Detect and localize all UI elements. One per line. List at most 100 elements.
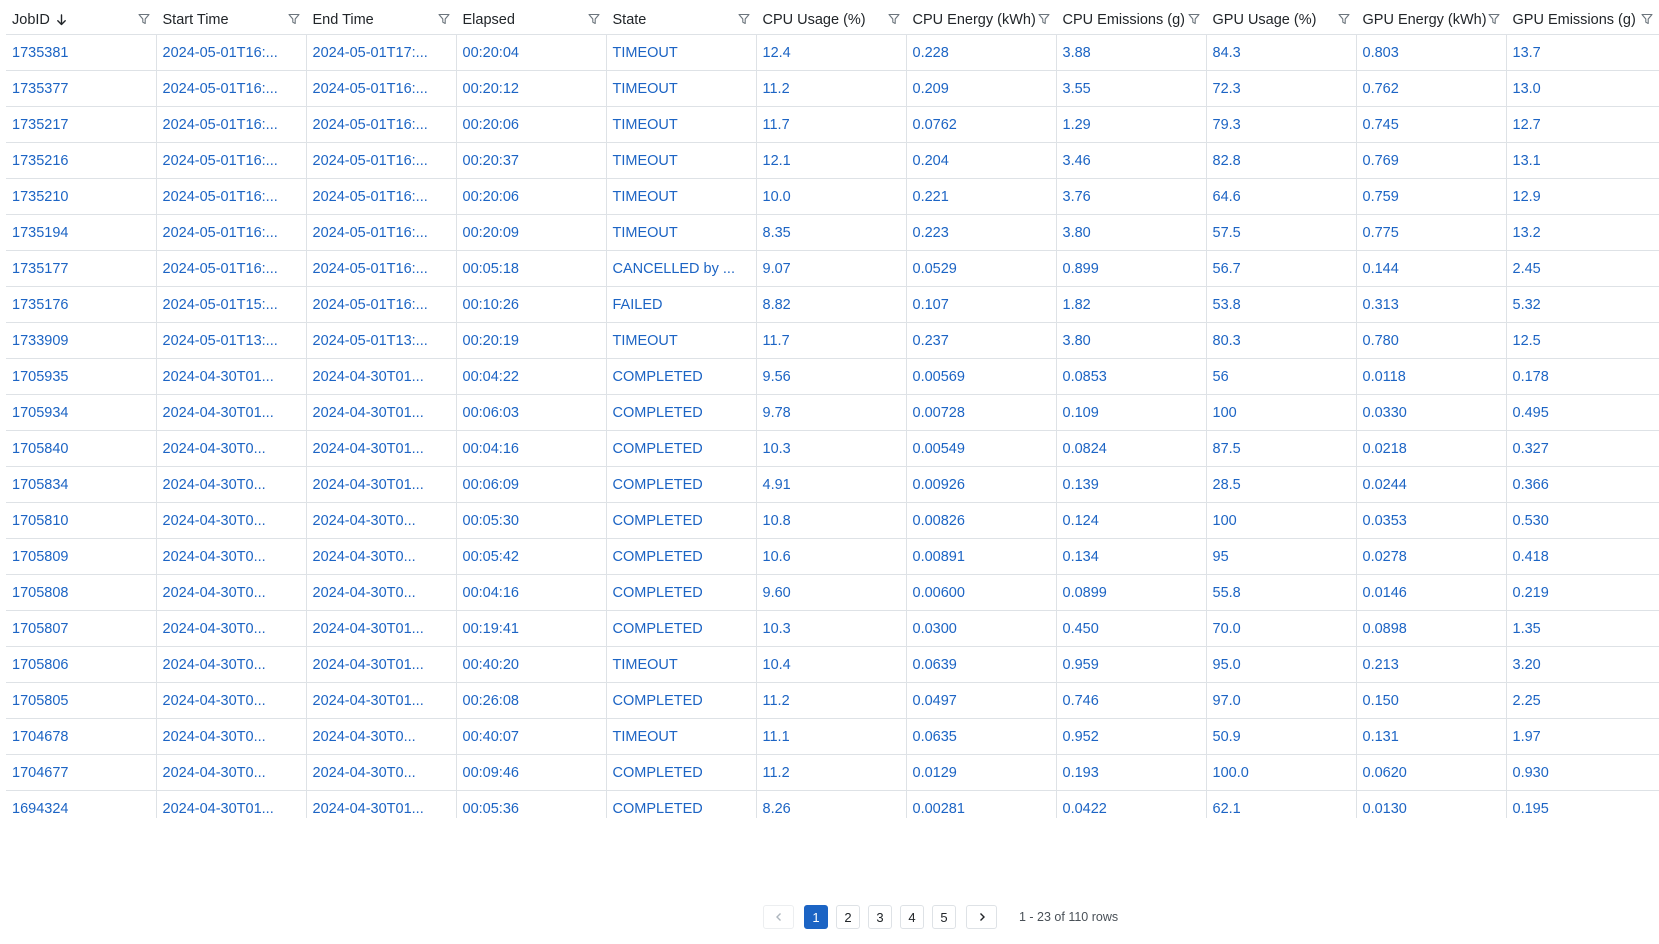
arrow-down-icon[interactable] xyxy=(56,14,67,26)
table-cell[interactable]: 2.45 xyxy=(1506,250,1659,287)
table-cell[interactable]: 00:20:04 xyxy=(456,34,607,71)
table-cell[interactable]: 2024-04-30T01... xyxy=(156,394,307,431)
table-cell[interactable]: 13.7 xyxy=(1506,34,1659,71)
table-cell[interactable]: 0.0146 xyxy=(1356,574,1507,611)
table-cell[interactable]: 9.07 xyxy=(756,250,907,287)
table-cell[interactable]: 10.0 xyxy=(756,178,907,215)
table-cell[interactable]: 2024-04-30T0... xyxy=(156,430,307,467)
table-cell[interactable]: 56 xyxy=(1206,358,1357,395)
table-cell[interactable]: 0.124 xyxy=(1056,502,1207,539)
table-cell[interactable]: 2024-04-30T01... xyxy=(156,358,307,395)
table-cell[interactable]: 0.959 xyxy=(1056,646,1207,683)
table-cell[interactable]: 0.144 xyxy=(1356,250,1507,287)
table-cell[interactable]: 0.0278 xyxy=(1356,538,1507,575)
filter-icon[interactable] xyxy=(435,13,450,25)
table-cell[interactable]: 0.0899 xyxy=(1056,574,1207,611)
table-cell[interactable]: 1705805 xyxy=(6,682,157,719)
table-cell[interactable]: 0.00926 xyxy=(906,466,1057,503)
table-cell[interactable]: COMPLETED xyxy=(606,394,757,431)
table-cell[interactable]: 0.899 xyxy=(1056,250,1207,287)
table-cell[interactable]: TIMEOUT xyxy=(606,178,757,215)
table-cell[interactable]: 0.0244 xyxy=(1356,466,1507,503)
table-cell[interactable]: 2024-05-01T16:... xyxy=(306,286,457,323)
table-cell[interactable]: 2.25 xyxy=(1506,682,1659,719)
table-cell[interactable]: 12.5 xyxy=(1506,322,1659,359)
table-cell[interactable]: 0.237 xyxy=(906,322,1057,359)
table-cell[interactable]: 100 xyxy=(1206,502,1357,539)
table-cell[interactable]: TIMEOUT xyxy=(606,646,757,683)
table-cell[interactable]: 00:04:22 xyxy=(456,358,607,395)
table-cell[interactable]: 28.5 xyxy=(1206,466,1357,503)
filter-icon[interactable] xyxy=(585,13,600,25)
table-cell[interactable]: 5.32 xyxy=(1506,286,1659,323)
filter-icon[interactable] xyxy=(1335,13,1350,25)
table-cell[interactable]: COMPLETED xyxy=(606,682,757,719)
table-cell[interactable]: 2024-05-01T16:... xyxy=(156,250,307,287)
table-cell[interactable]: 80.3 xyxy=(1206,322,1357,359)
table-cell[interactable]: 2024-04-30T0... xyxy=(156,538,307,575)
table-cell[interactable]: 0.0529 xyxy=(906,250,1057,287)
table-cell[interactable]: 2024-04-30T0... xyxy=(306,718,457,755)
table-cell[interactable]: CANCELLED by ... xyxy=(606,250,757,287)
page-button-3[interactable]: 3 xyxy=(868,905,892,929)
table-cell[interactable]: 2024-05-01T16:... xyxy=(306,178,457,215)
table-cell[interactable]: 1705840 xyxy=(6,430,157,467)
table-cell[interactable]: 4.91 xyxy=(756,466,907,503)
table-cell[interactable]: 00:20:06 xyxy=(456,178,607,215)
table-cell[interactable]: 2024-04-30T0... xyxy=(306,538,457,575)
filter-icon[interactable] xyxy=(1035,13,1050,25)
table-cell[interactable]: 1735210 xyxy=(6,178,157,215)
table-cell[interactable]: 2024-04-30T01... xyxy=(306,682,457,719)
table-cell[interactable]: 00:20:12 xyxy=(456,70,607,107)
table-cell[interactable]: 2024-05-01T16:... xyxy=(306,70,457,107)
table-cell[interactable]: 10.8 xyxy=(756,502,907,539)
column-header-state[interactable]: State xyxy=(606,6,757,35)
table-cell[interactable]: COMPLETED xyxy=(606,610,757,647)
table-cell[interactable]: 87.5 xyxy=(1206,430,1357,467)
table-cell[interactable]: 64.6 xyxy=(1206,178,1357,215)
table-cell[interactable]: 00:40:20 xyxy=(456,646,607,683)
table-cell[interactable]: 0.0330 xyxy=(1356,394,1507,431)
table-cell[interactable]: 0.0635 xyxy=(906,718,1057,755)
table-cell[interactable]: TIMEOUT xyxy=(606,106,757,143)
table-cell[interactable]: 2024-04-30T01... xyxy=(156,790,307,818)
table-cell[interactable]: 0.0129 xyxy=(906,754,1057,791)
table-cell[interactable]: 3.46 xyxy=(1056,142,1207,179)
column-header-cpu-emissions-g[interactable]: CPU Emissions (g) xyxy=(1056,6,1207,35)
table-cell[interactable]: 00:05:18 xyxy=(456,250,607,287)
table-cell[interactable]: 2024-04-30T0... xyxy=(306,502,457,539)
table-cell[interactable]: 0.366 xyxy=(1506,466,1659,503)
table-cell[interactable]: 00:05:42 xyxy=(456,538,607,575)
column-header-cpu-usage[interactable]: CPU Usage (%) xyxy=(756,6,907,35)
table-cell[interactable]: 2024-05-01T16:... xyxy=(306,214,457,251)
filter-icon[interactable] xyxy=(735,13,750,25)
table-cell[interactable]: 0.178 xyxy=(1506,358,1659,395)
table-cell[interactable]: 2024-04-30T0... xyxy=(156,574,307,611)
table-cell[interactable]: 2024-05-01T16:... xyxy=(306,106,457,143)
table-cell[interactable]: 2024-05-01T13:... xyxy=(156,322,307,359)
table-cell[interactable]: 100.0 xyxy=(1206,754,1357,791)
table-cell[interactable]: 0.00549 xyxy=(906,430,1057,467)
table-cell[interactable]: 1735216 xyxy=(6,142,157,179)
table-cell[interactable]: 57.5 xyxy=(1206,214,1357,251)
table-cell[interactable]: 1.82 xyxy=(1056,286,1207,323)
table-cell[interactable]: 1735217 xyxy=(6,106,157,143)
table-cell[interactable]: 1.35 xyxy=(1506,610,1659,647)
table-cell[interactable]: 9.56 xyxy=(756,358,907,395)
table-cell[interactable]: 2024-04-30T0... xyxy=(156,502,307,539)
table-cell[interactable]: 2024-04-30T0... xyxy=(156,646,307,683)
table-cell[interactable]: 0.762 xyxy=(1356,70,1507,107)
table-cell[interactable]: FAILED xyxy=(606,286,757,323)
page-button-2[interactable]: 2 xyxy=(836,905,860,929)
table-cell[interactable]: 2024-04-30T01... xyxy=(306,790,457,818)
table-cell[interactable]: 0.0422 xyxy=(1056,790,1207,818)
table-cell[interactable]: 9.60 xyxy=(756,574,907,611)
table-cell[interactable]: 2024-04-30T0... xyxy=(156,718,307,755)
table-cell[interactable]: 3.20 xyxy=(1506,646,1659,683)
table-cell[interactable]: 12.1 xyxy=(756,142,907,179)
table-cell[interactable]: 0.759 xyxy=(1356,178,1507,215)
table-cell[interactable]: COMPLETED xyxy=(606,466,757,503)
column-header-jobid[interactable]: JobID xyxy=(6,6,157,35)
table-cell[interactable]: COMPLETED xyxy=(606,574,757,611)
table-cell[interactable]: 0.0762 xyxy=(906,106,1057,143)
